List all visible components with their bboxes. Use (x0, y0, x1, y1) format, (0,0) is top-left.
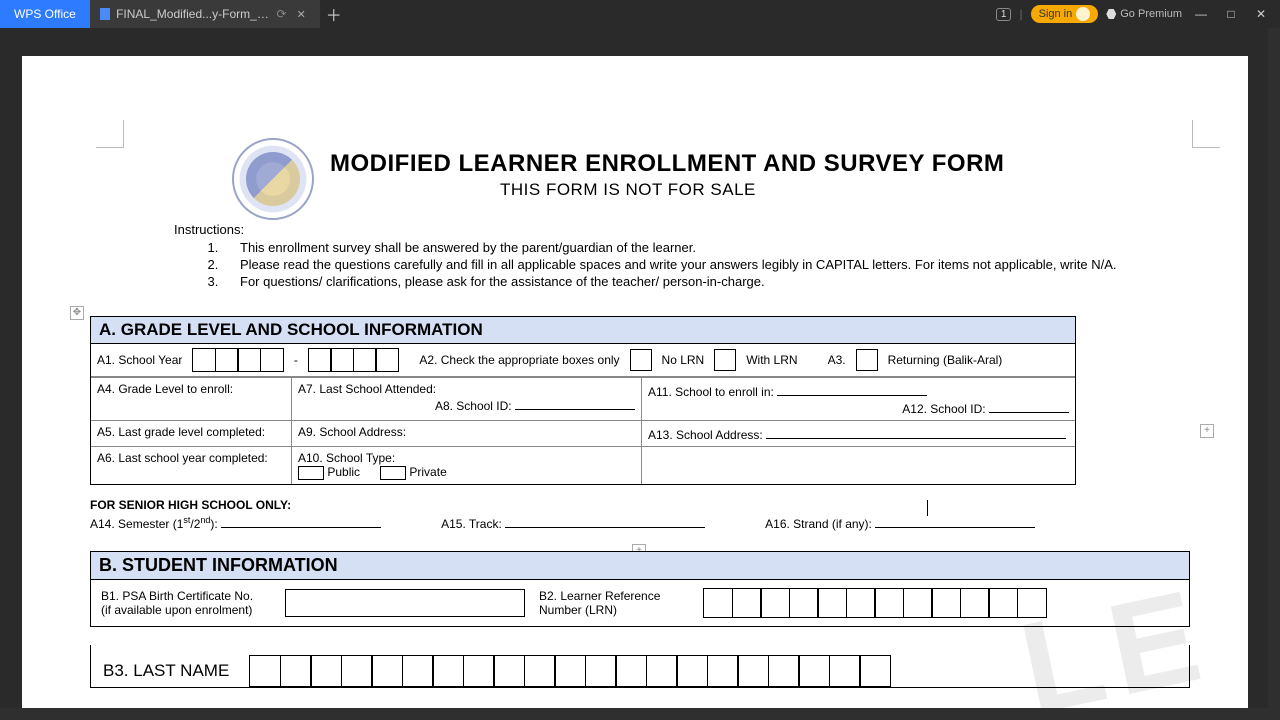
close-window-button[interactable]: ✕ (1250, 7, 1272, 21)
text-cursor (927, 500, 928, 516)
b1-label-line2: (if available upon enrolment) (101, 603, 271, 617)
with-lrn-label: With LRN (746, 353, 797, 367)
titlebar: WPS Office FINAL_Modified...y-Form_Engli… (0, 0, 1280, 28)
a16-field[interactable] (875, 514, 1035, 528)
a8-field[interactable] (515, 396, 635, 410)
b2-label-line1: B2. Learner Reference (539, 589, 689, 603)
a11-label: A11. School to enroll in: (648, 385, 774, 399)
shs-row: FOR SENIOR HIGH SCHOOL ONLY: A14. Semest… (90, 498, 1176, 531)
private-checkbox[interactable] (380, 466, 406, 480)
b3-lastname-boxes[interactable] (249, 655, 891, 687)
form-title: MODIFIED LEARNER ENROLLMENT AND SURVEY F… (330, 150, 1004, 178)
a11-field[interactable] (777, 382, 927, 396)
b2-label-line2: Number (LRN) (539, 603, 689, 617)
insert-column-button[interactable]: + (1200, 424, 1214, 438)
instruction-item: This enrollment survey shall be answered… (222, 240, 1168, 255)
a8-label: A8. School ID: (435, 399, 512, 413)
a14-field[interactable] (221, 514, 381, 528)
a12-label: A12. School ID: (902, 402, 985, 416)
section-b-heading: B. STUDENT INFORMATION (90, 551, 1190, 580)
a3-label: A3. (828, 353, 846, 367)
premium-icon (1106, 9, 1116, 19)
section-a: A. GRADE LEVEL AND SCHOOL INFORMATION A1… (90, 316, 1076, 485)
document-viewport: MODIFIED LEARNER ENROLLMENT AND SURVEY F… (0, 28, 1268, 708)
notification-badge[interactable]: 1 (996, 8, 1012, 21)
form-subtitle: THIS FORM IS NOT FOR SALE (500, 180, 756, 200)
sign-in-label: Sign in (1039, 8, 1073, 20)
minimize-button[interactable]: — (1190, 7, 1212, 21)
a12-field[interactable] (989, 399, 1069, 413)
instructions-list: This enrollment survey shall be answered… (204, 240, 1168, 291)
table-anchor-icon[interactable]: ✥ (70, 306, 84, 320)
margin-guide (1192, 120, 1220, 148)
go-premium-label: Go Premium (1120, 8, 1182, 20)
returning-checkbox[interactable] (856, 349, 878, 371)
word-icon (100, 8, 110, 20)
a10-label: A10. School Type: (298, 451, 395, 465)
maximize-button[interactable]: □ (1220, 7, 1242, 21)
right-scroll-rail[interactable] (1268, 28, 1280, 720)
b2-lrn-boxes[interactable] (703, 588, 1047, 618)
go-premium-button[interactable]: Go Premium (1106, 8, 1182, 20)
a15-field[interactable] (505, 514, 705, 528)
shs-label: FOR SENIOR HIGH SCHOOL ONLY: (90, 498, 1176, 512)
b1-label-line1: B1. PSA Birth Certificate No. (101, 589, 271, 603)
section-a-heading: A. GRADE LEVEL AND SCHOOL INFORMATION (91, 317, 1075, 344)
instruction-item: For questions/ clarifications, please as… (222, 274, 1168, 289)
section-b: B. STUDENT INFORMATION B1. PSA Birth Cer… (90, 551, 1190, 688)
a16-label: A16. Strand (if any): (765, 517, 872, 531)
with-lrn-checkbox[interactable] (714, 349, 736, 371)
a9-label: A9. School Address: (298, 425, 406, 439)
a2-label: A2. Check the appropriate boxes only (419, 353, 619, 367)
a4-label: A4. Grade Level to enroll: (91, 377, 291, 420)
no-lrn-checkbox[interactable] (630, 349, 652, 371)
new-tab-button[interactable]: ＋ (320, 0, 348, 28)
a5-label: A5. Last grade level completed: (91, 420, 291, 446)
b3-label: B3. LAST NAME (103, 661, 229, 681)
returning-label: Returning (Balik-Aral) (888, 353, 1003, 367)
a1-year-start-boxes[interactable] (192, 348, 284, 372)
tab-sync-icon: ⟳ (277, 7, 287, 21)
a1-year-end-boxes[interactable] (308, 348, 400, 372)
public-label: Public (327, 465, 360, 479)
app-name: WPS Office (14, 7, 76, 21)
document-tab[interactable]: FINAL_Modified...y-Form_English ⟳ ✕ (90, 0, 320, 28)
a6-label: A6. Last school year completed: (91, 446, 291, 484)
a7-label: A7. Last School Attended: (298, 382, 436, 396)
a13-label: A13. School Address: (648, 428, 763, 442)
a15-label: A15. Track: (441, 517, 502, 531)
close-tab-button[interactable]: ✕ (293, 8, 310, 21)
private-label: Private (409, 465, 446, 479)
instruction-item: Please read the questions carefully and … (222, 257, 1168, 272)
instructions-label: Instructions: (174, 222, 244, 237)
document-tab-title: FINAL_Modified...y-Form_English (116, 7, 270, 21)
margin-guide (96, 120, 124, 148)
b1-field[interactable] (285, 589, 525, 617)
sign-in-button[interactable]: Sign in (1031, 5, 1099, 23)
bottom-scroll-rail[interactable] (0, 708, 1280, 720)
no-lrn-label: No LRN (662, 353, 705, 367)
public-checkbox[interactable] (298, 466, 324, 480)
avatar-icon (1076, 7, 1090, 21)
document-page: MODIFIED LEARNER ENROLLMENT AND SURVEY F… (22, 56, 1248, 708)
a14-label: A14. Semester (1 (90, 517, 183, 531)
a13-field[interactable] (766, 425, 1066, 439)
app-tab[interactable]: WPS Office (0, 0, 90, 28)
a1-label: A1. School Year (97, 353, 182, 367)
deped-seal-icon (232, 138, 314, 220)
